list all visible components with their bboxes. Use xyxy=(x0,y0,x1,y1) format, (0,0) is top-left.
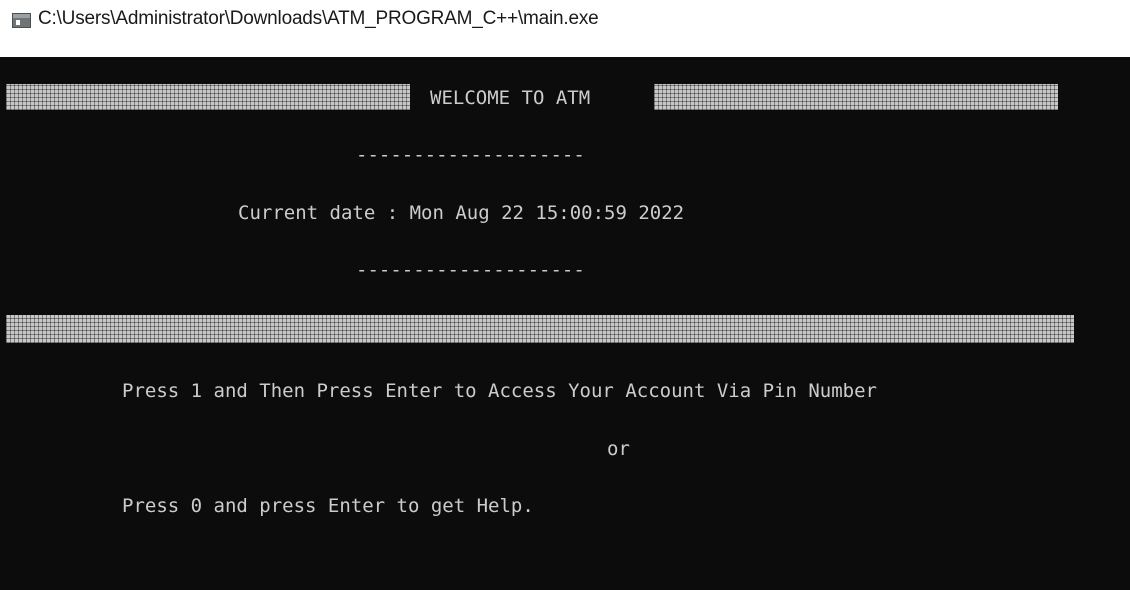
console-window: C:\Users\Administrator\Downloads\ATM_PRO… xyxy=(0,0,1130,590)
console-app-icon[interactable] xyxy=(12,13,31,28)
current-date: Current date : Mon Aug 22 15:00:59 2022 xyxy=(238,202,685,224)
or-text: or xyxy=(607,438,630,460)
divider-top: -------------------- xyxy=(356,144,585,166)
option-help: Press 0 and press Enter to get Help. xyxy=(122,495,534,517)
header-bar-left xyxy=(6,84,410,110)
title-bar[interactable]: C:\Users\Administrator\Downloads\ATM_PRO… xyxy=(0,0,1130,56)
option-access-account: Press 1 and Then Press Enter to Access Y… xyxy=(122,380,877,402)
window-title: C:\Users\Administrator\Downloads\ATM_PRO… xyxy=(38,8,599,29)
separator-bar xyxy=(6,315,1074,343)
welcome-heading: WELCOME TO ATM xyxy=(430,87,591,109)
console-output[interactable]: WELCOME TO ATM -------------------- Curr… xyxy=(0,57,1130,590)
divider-bottom: -------------------- xyxy=(356,259,585,281)
header-bar-right xyxy=(654,84,1058,110)
